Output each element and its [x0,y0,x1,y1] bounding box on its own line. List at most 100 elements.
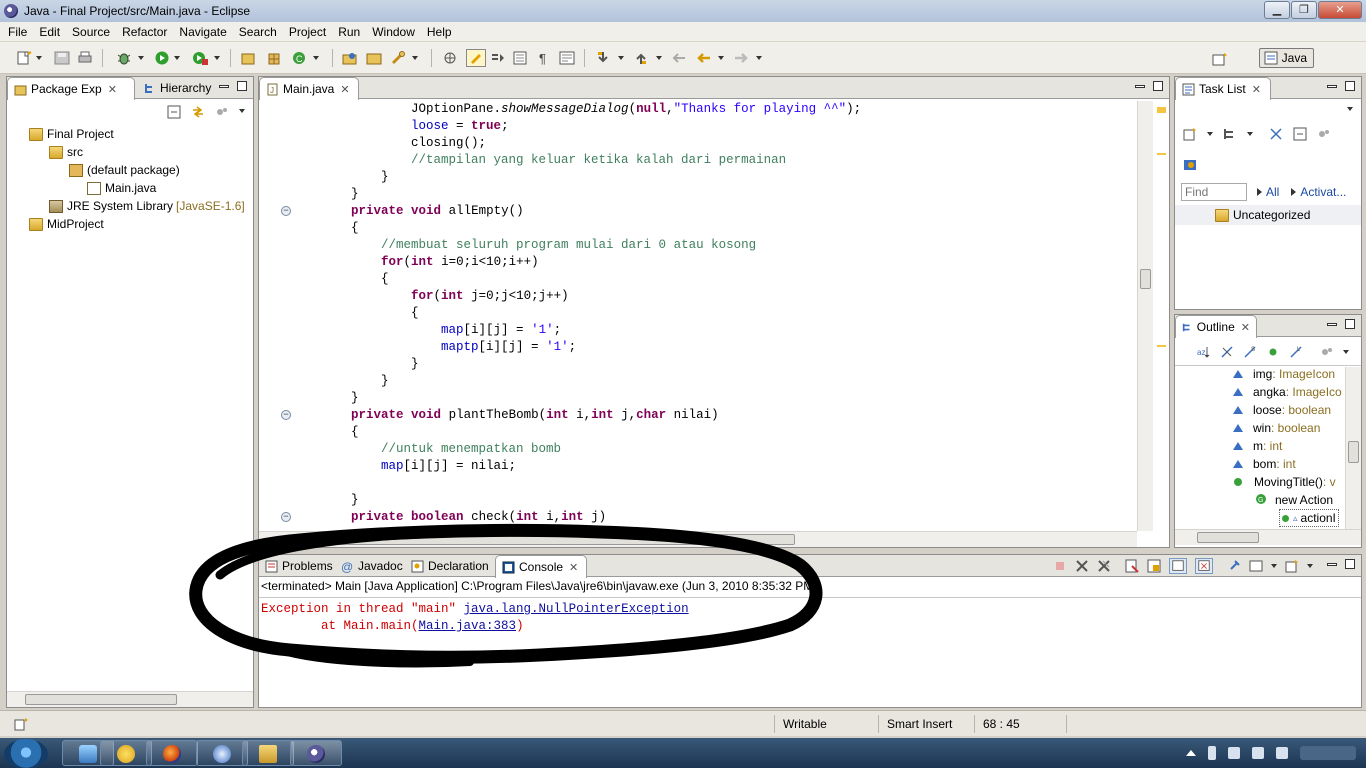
new-dropdown-arrow-icon[interactable] [36,56,42,60]
open-console-dropdown-icon[interactable] [1307,564,1313,568]
tab-main-java[interactable]: J Main.java ✕ [259,77,359,100]
close-tab-icon[interactable]: ✕ [340,83,349,96]
taskbar-app-button[interactable] [100,740,152,766]
show-console-on-error-icon[interactable] [1195,558,1213,574]
close-tab-icon[interactable]: ✕ [108,83,117,96]
tab-javadoc[interactable]: @ Javadoc [335,555,409,577]
warning-marker[interactable] [1157,153,1166,155]
remove-launch-icon[interactable] [1075,559,1089,573]
back-icon[interactable] [696,51,712,65]
categorize-icon[interactable] [1223,127,1237,141]
close-tab-icon[interactable]: ✕ [1241,321,1250,334]
hide-nonpublic-icon[interactable] [1266,345,1280,359]
volume-icon[interactable] [1276,747,1288,759]
menu-window[interactable]: Window [366,25,421,39]
activate-task-link[interactable]: Activat... [1300,185,1346,199]
hide-static-icon[interactable]: S [1243,345,1257,359]
editor-vscrollbar[interactable] [1137,101,1153,531]
maximize-view-icon[interactable] [1153,81,1163,91]
toggle-markers-icon[interactable] [442,51,458,65]
next-annotation-down-icon[interactable] [595,51,611,65]
outline-item[interactable]: bom : int [1233,455,1296,473]
new-java-project-icon[interactable] [240,51,256,65]
tab-problems[interactable]: Problems [259,555,339,577]
next-annotation-icon[interactable] [490,51,506,65]
fast-view-icon[interactable] [14,717,30,731]
run-icon[interactable] [154,51,170,65]
menu-help[interactable]: Help [421,25,458,39]
menu-source[interactable]: Source [66,25,116,39]
hide-local-types-icon[interactable]: L [1289,345,1303,359]
stack-trace-link[interactable]: Main.java:383 [419,619,517,633]
taskbar-app-button[interactable] [196,740,248,766]
collapse-all-icon[interactable] [167,105,181,119]
outline-item[interactable]: loose : boolean [1233,401,1331,419]
show-whitespace-icon[interactable]: ¶ [536,51,552,65]
previous-annotation-icon[interactable] [633,51,649,65]
console-hscrollbar[interactable] [259,689,1361,705]
outline-item[interactable]: angka : ImageIco [1233,383,1342,401]
fold-toggle-icon[interactable]: − [281,410,291,420]
pin-console-icon[interactable] [1227,559,1241,573]
run-dropdown-arrow-icon[interactable] [174,56,180,60]
outline-item[interactable]: MovingTitle() : v [1234,473,1336,491]
terminate-icon[interactable] [1053,559,1067,573]
clear-console-icon[interactable] [1125,559,1139,573]
maximize-view-icon[interactable] [1345,81,1355,91]
tab-hierarchy[interactable]: Hierarchy [137,77,217,99]
menu-run[interactable]: Run [332,25,366,39]
tree-item-jre-library[interactable]: JRE System Library [JavaSE-1.6] [49,197,245,215]
outline-item-selected[interactable]: ▵ actionI [1279,509,1339,527]
open-perspective-icon[interactable] [1212,52,1228,66]
tab-declaration[interactable]: Declaration [405,555,495,577]
minimize-view-icon[interactable] [1327,85,1337,88]
open-console-icon[interactable] [1285,559,1299,573]
minimize-view-icon[interactable] [219,85,229,88]
editor-hscrollbar[interactable] [259,531,1137,547]
start-button[interactable] [4,739,48,768]
tree-item-src[interactable]: src [49,143,83,161]
debug-icon[interactable] [116,51,132,65]
outline-item[interactable]: img : ImageIcon [1233,365,1335,383]
console-output[interactable]: Exception in thread "main" java.lang.Nul… [261,601,689,635]
scrollbar-thumb[interactable] [1197,532,1259,543]
scrollbar-thumb[interactable] [1140,269,1151,289]
show-console-on-output-icon[interactable] [1169,558,1187,574]
task-repository-icon[interactable] [1183,157,1199,173]
new-java-package-icon[interactable] [266,51,282,65]
focus-on-task-icon[interactable] [1320,345,1334,359]
forward-dropdown-arrow-icon[interactable] [756,56,762,60]
scrollbar-thumb[interactable] [25,694,177,705]
minimize-view-icon[interactable] [1327,323,1337,326]
forward-icon[interactable] [733,51,749,65]
clock[interactable] [1300,746,1356,760]
scroll-lock-icon[interactable] [1147,559,1161,573]
task-find-input[interactable] [1181,183,1247,201]
display-console-dropdown-icon[interactable] [1271,564,1277,568]
task-category-row[interactable]: Uncategorized [1175,205,1361,225]
word-wrap-icon[interactable] [559,51,575,65]
tab-package-explorer[interactable]: Package Exp ✕ [7,77,135,100]
print-icon[interactable] [77,51,93,65]
scrollbar-thumb[interactable] [1348,441,1359,463]
java-perspective-button[interactable]: Java [1258,48,1314,68]
new-task-icon[interactable] [1183,127,1197,141]
taskbar-app-button[interactable] [242,740,294,766]
new-class-dropdown-arrow-icon[interactable] [313,56,319,60]
open-task-icon[interactable] [366,51,382,65]
scrollbar-thumb[interactable] [307,534,795,545]
new-java-class-icon[interactable]: C [291,51,307,65]
search-dropdown-arrow-icon[interactable] [412,56,418,60]
code-editor[interactable]: JOptionPane.showMessageDialog(null,"Than… [281,101,1135,524]
synchronize-icon[interactable] [1317,127,1331,141]
tab-console[interactable]: Console ✕ [495,555,587,578]
tree-item-default-package[interactable]: (default package) [69,161,180,179]
taskbar-app-button-active[interactable] [290,740,342,766]
external-tools-dropdown-arrow-icon[interactable] [214,56,220,60]
mark-occurrences-icon[interactable] [466,49,486,67]
maximize-view-icon[interactable] [237,81,247,91]
close-button[interactable]: ✕ [1318,1,1362,19]
outline-vscrollbar[interactable] [1345,367,1361,529]
warning-marker[interactable] [1157,107,1166,113]
next-annotation-dropdown-arrow-icon[interactable] [618,56,624,60]
